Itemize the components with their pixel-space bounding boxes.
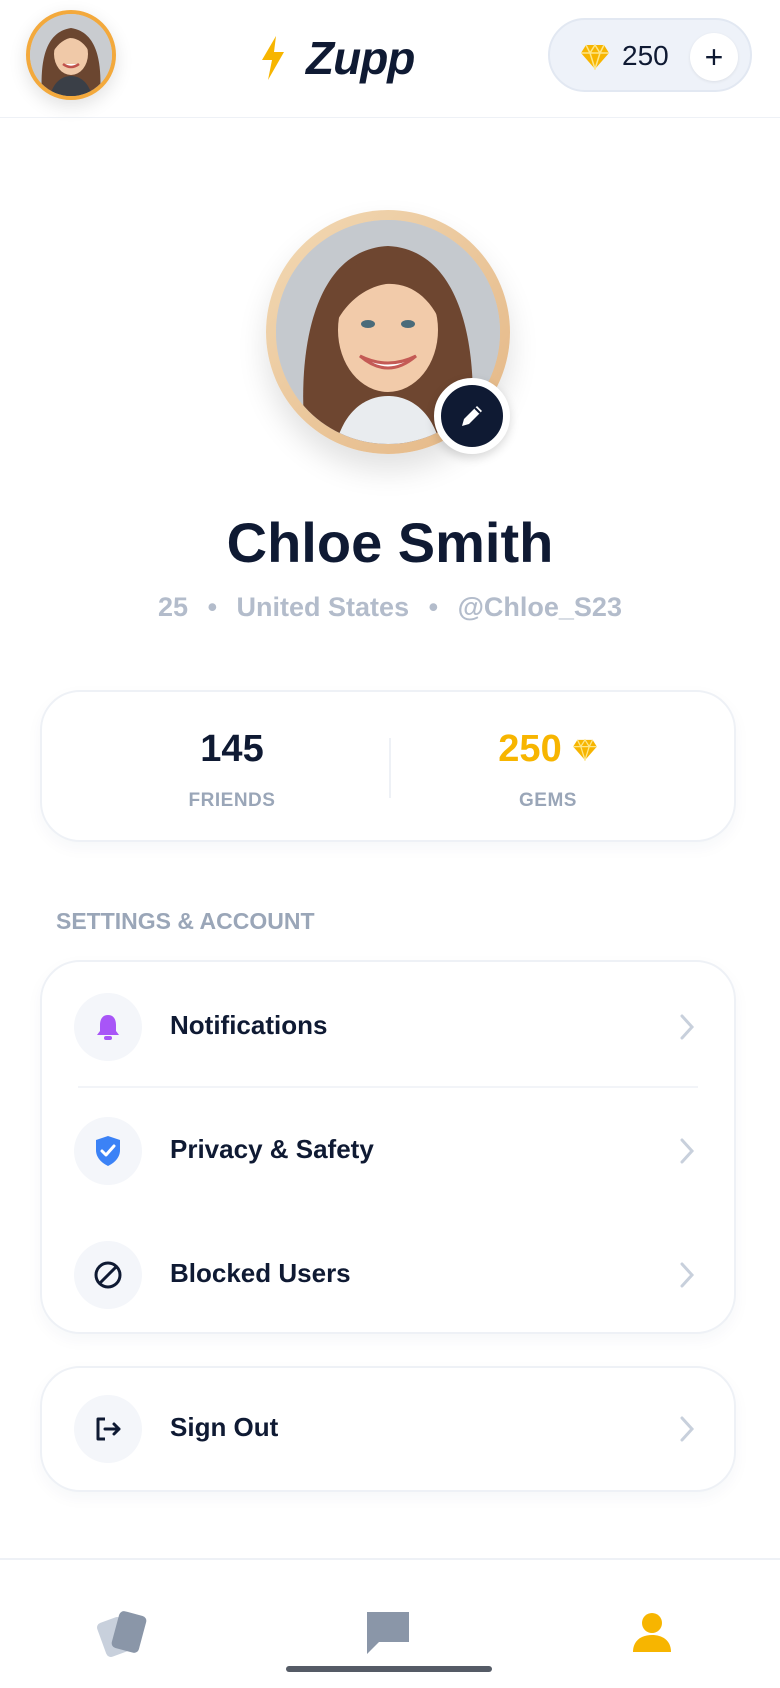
chevron-right-icon	[680, 1416, 695, 1442]
friends-count: 145	[200, 728, 264, 770]
settings-item-notifications[interactable]: Notifications	[42, 972, 734, 1082]
settings-item-privacy[interactable]: Privacy & Safety	[42, 1096, 734, 1206]
cards-icon	[97, 1611, 147, 1657]
profile-country: United States	[236, 592, 410, 622]
icon-badge	[74, 1117, 142, 1185]
chevron-right-icon	[680, 1138, 695, 1164]
block-icon	[94, 1261, 122, 1289]
header-avatar[interactable]	[26, 10, 116, 100]
chevron-right-icon	[680, 1262, 695, 1288]
edit-profile-button[interactable]	[434, 378, 510, 454]
chevron-right-icon	[680, 1014, 695, 1040]
settings-item-label: Notifications	[170, 1010, 328, 1040]
friends-label: FRIENDS	[188, 790, 276, 811]
stats-card: 145 FRIENDS 250 GEMS	[40, 690, 736, 842]
row-divider	[78, 1086, 698, 1088]
settings-card: Notifications Privacy & Safety Blocked U…	[40, 960, 736, 1334]
meta-separator: •	[428, 592, 439, 622]
icon-badge	[74, 993, 142, 1061]
profile-handle: @Chloe_S23	[457, 592, 622, 622]
pencil-icon	[462, 406, 482, 426]
icon-badge	[74, 1241, 142, 1309]
settings-item-blocked-users[interactable]: Blocked Users	[42, 1220, 734, 1330]
gem-count: 250	[622, 40, 669, 71]
home-indicator	[286, 1666, 492, 1672]
sign-out-button[interactable]: Sign Out	[42, 1374, 734, 1484]
top-header: Zupp 250 +	[0, 0, 780, 118]
settings-item-label: Blocked Users	[170, 1258, 351, 1288]
friends-stat[interactable]: 145 FRIENDS	[72, 692, 392, 844]
profile-age: 25	[158, 592, 189, 622]
sign-out-icon	[96, 1417, 121, 1441]
brand-logo: Zupp	[258, 28, 415, 88]
brand-name: Zupp	[306, 32, 415, 84]
gems-stat[interactable]: 250 GEMS	[388, 692, 708, 844]
gem-icon	[581, 44, 609, 70]
bell-icon	[97, 1015, 119, 1040]
gems-value-row: 250	[388, 728, 708, 771]
gems-count: 250	[498, 728, 562, 770]
chat-icon	[367, 1612, 409, 1654]
nav-cards[interactable]	[94, 1602, 154, 1662]
bolt-icon	[262, 36, 284, 80]
profile-name: Chloe Smith	[226, 511, 554, 574]
sign-out-label: Sign Out	[170, 1412, 279, 1442]
avatar-image	[30, 14, 112, 96]
shield-check-icon	[96, 1136, 120, 1166]
gem-balance-pill[interactable]: 250 +	[548, 18, 752, 92]
meta-separator: •	[207, 592, 218, 622]
profile-meta: 25 • United States • @Chloe_S23	[0, 592, 780, 623]
gem-icon	[572, 738, 597, 761]
settings-item-label: Privacy & Safety	[170, 1134, 374, 1164]
nav-chat[interactable]	[358, 1602, 418, 1662]
add-gems-button[interactable]: +	[690, 33, 738, 81]
icon-badge	[74, 1395, 142, 1463]
section-title: SETTINGS & ACCOUNT	[56, 908, 315, 934]
sign-out-card: Sign Out	[40, 1366, 736, 1492]
nav-profile[interactable]	[622, 1602, 682, 1662]
profile-icon	[633, 1613, 671, 1652]
gems-label: GEMS	[519, 790, 577, 811]
